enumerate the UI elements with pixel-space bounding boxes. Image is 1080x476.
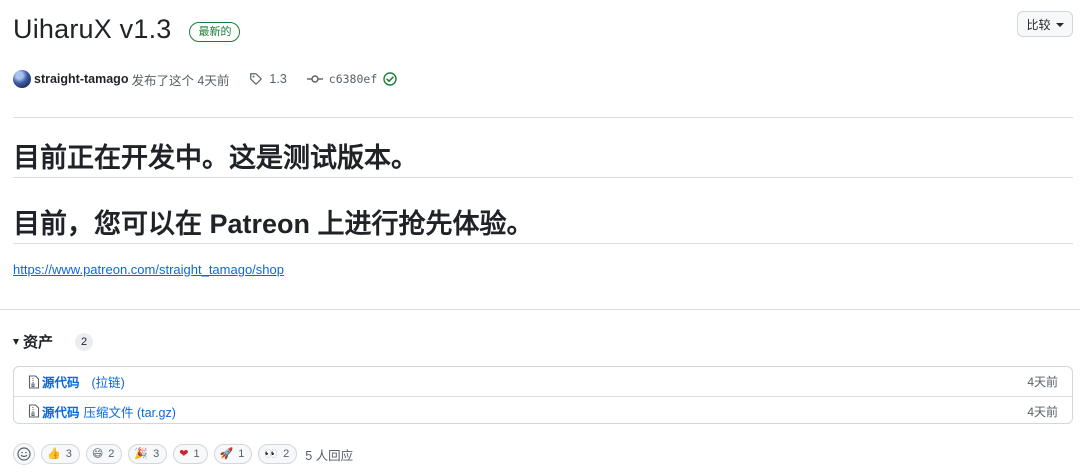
verified-check-icon[interactable] xyxy=(383,72,397,86)
reaction-count: 1 xyxy=(238,448,245,460)
asset-date: 4天前 xyxy=(1027,375,1058,389)
thumbs-up-icon: 👍 xyxy=(47,447,61,460)
reaction-count: 1 xyxy=(193,448,200,460)
release-title: UiharuX v1.3 xyxy=(13,14,172,44)
reaction-thumbsup[interactable]: 👍 3 xyxy=(41,444,80,464)
section-divider xyxy=(0,309,1080,310)
release-header: UiharuX v1.3 最新的 xyxy=(13,14,241,45)
smile-icon: 😄 xyxy=(91,447,104,460)
asset-date: 4天前 xyxy=(1027,404,1058,419)
assets-toggle[interactable]: 资产 2 xyxy=(13,331,94,352)
patreon-link[interactable]: https://www.patreon.com/straight_tamago/… xyxy=(13,262,284,277)
asset-name[interactable]: 源代码 xyxy=(42,402,80,421)
published-text: 发布了这个 4天前 xyxy=(131,73,230,88)
file-zip-icon xyxy=(28,374,40,389)
triangle-down-icon xyxy=(13,338,19,345)
body-heading-2: 目前，您可以在 Patreon 上进行抢先体验。 xyxy=(13,209,534,239)
reaction-count: 3 xyxy=(153,448,160,460)
asset-row[interactable]: 源代码 (拉链) 4天前 xyxy=(14,367,1072,396)
tag-icon xyxy=(250,73,263,85)
chevron-down-icon xyxy=(1055,23,1064,27)
latest-badge: 最新的 xyxy=(189,21,241,42)
compare-button[interactable]: 比较 xyxy=(1017,11,1073,37)
asset-row[interactable]: 源代码 压缩文件 (tar.gz) 4天前 xyxy=(14,396,1072,425)
asset-format[interactable]: 压缩文件 (tar.gz) xyxy=(84,402,176,421)
smiley-icon xyxy=(17,447,31,461)
divider xyxy=(13,243,1073,244)
assets-count-badge: 2 xyxy=(75,332,94,351)
divider xyxy=(13,117,1073,118)
reaction-count: 3 xyxy=(65,448,72,460)
asset-name[interactable]: 源代码 xyxy=(42,372,80,391)
divider xyxy=(13,177,1073,178)
reaction-heart[interactable]: ❤ 1 xyxy=(173,444,208,464)
eyes-icon: 👀 xyxy=(264,447,279,460)
asset-format[interactable]: (拉链) xyxy=(92,372,125,391)
reaction-summary: 5 人回应 xyxy=(305,448,354,463)
reaction-rocket[interactable]: 🚀 1 xyxy=(213,444,253,464)
add-reaction-button[interactable] xyxy=(13,443,35,465)
rocket-icon: 🚀 xyxy=(219,447,234,460)
body-heading-1: 目前正在开发中。这是测试版本。 xyxy=(13,143,418,173)
party-popper-icon: 🎉 xyxy=(134,447,149,460)
tag-link[interactable]: 1.3 xyxy=(269,72,286,86)
heart-icon: ❤ xyxy=(179,447,189,460)
reactions-bar: 👍 3 😄 2 🎉 3 ❤ 1 🚀 1 👀 2 5 人回应 xyxy=(13,443,353,465)
commit-link[interactable]: c6380ef xyxy=(329,72,377,86)
compare-label: 比较 xyxy=(1026,17,1051,32)
file-zip-icon xyxy=(28,404,40,418)
reaction-tada[interactable]: 🎉 3 xyxy=(128,444,168,464)
author-link[interactable]: straight-tamago xyxy=(34,72,128,86)
reaction-count: 2 xyxy=(283,448,290,460)
commit-icon xyxy=(306,75,323,83)
avatar[interactable] xyxy=(13,70,31,88)
reaction-smile[interactable]: 😄 2 xyxy=(85,444,123,464)
release-meta: straight-tamago 发布了这个 4天前 1.3 c6380ef xyxy=(13,70,397,88)
reaction-eyes[interactable]: 👀 2 xyxy=(258,444,298,464)
assets-list: 源代码 (拉链) 4天前 源代码 压缩文件 (tar.gz) 4天前 xyxy=(13,366,1073,424)
assets-title: 资产 xyxy=(23,334,54,351)
reaction-count: 2 xyxy=(108,448,115,460)
